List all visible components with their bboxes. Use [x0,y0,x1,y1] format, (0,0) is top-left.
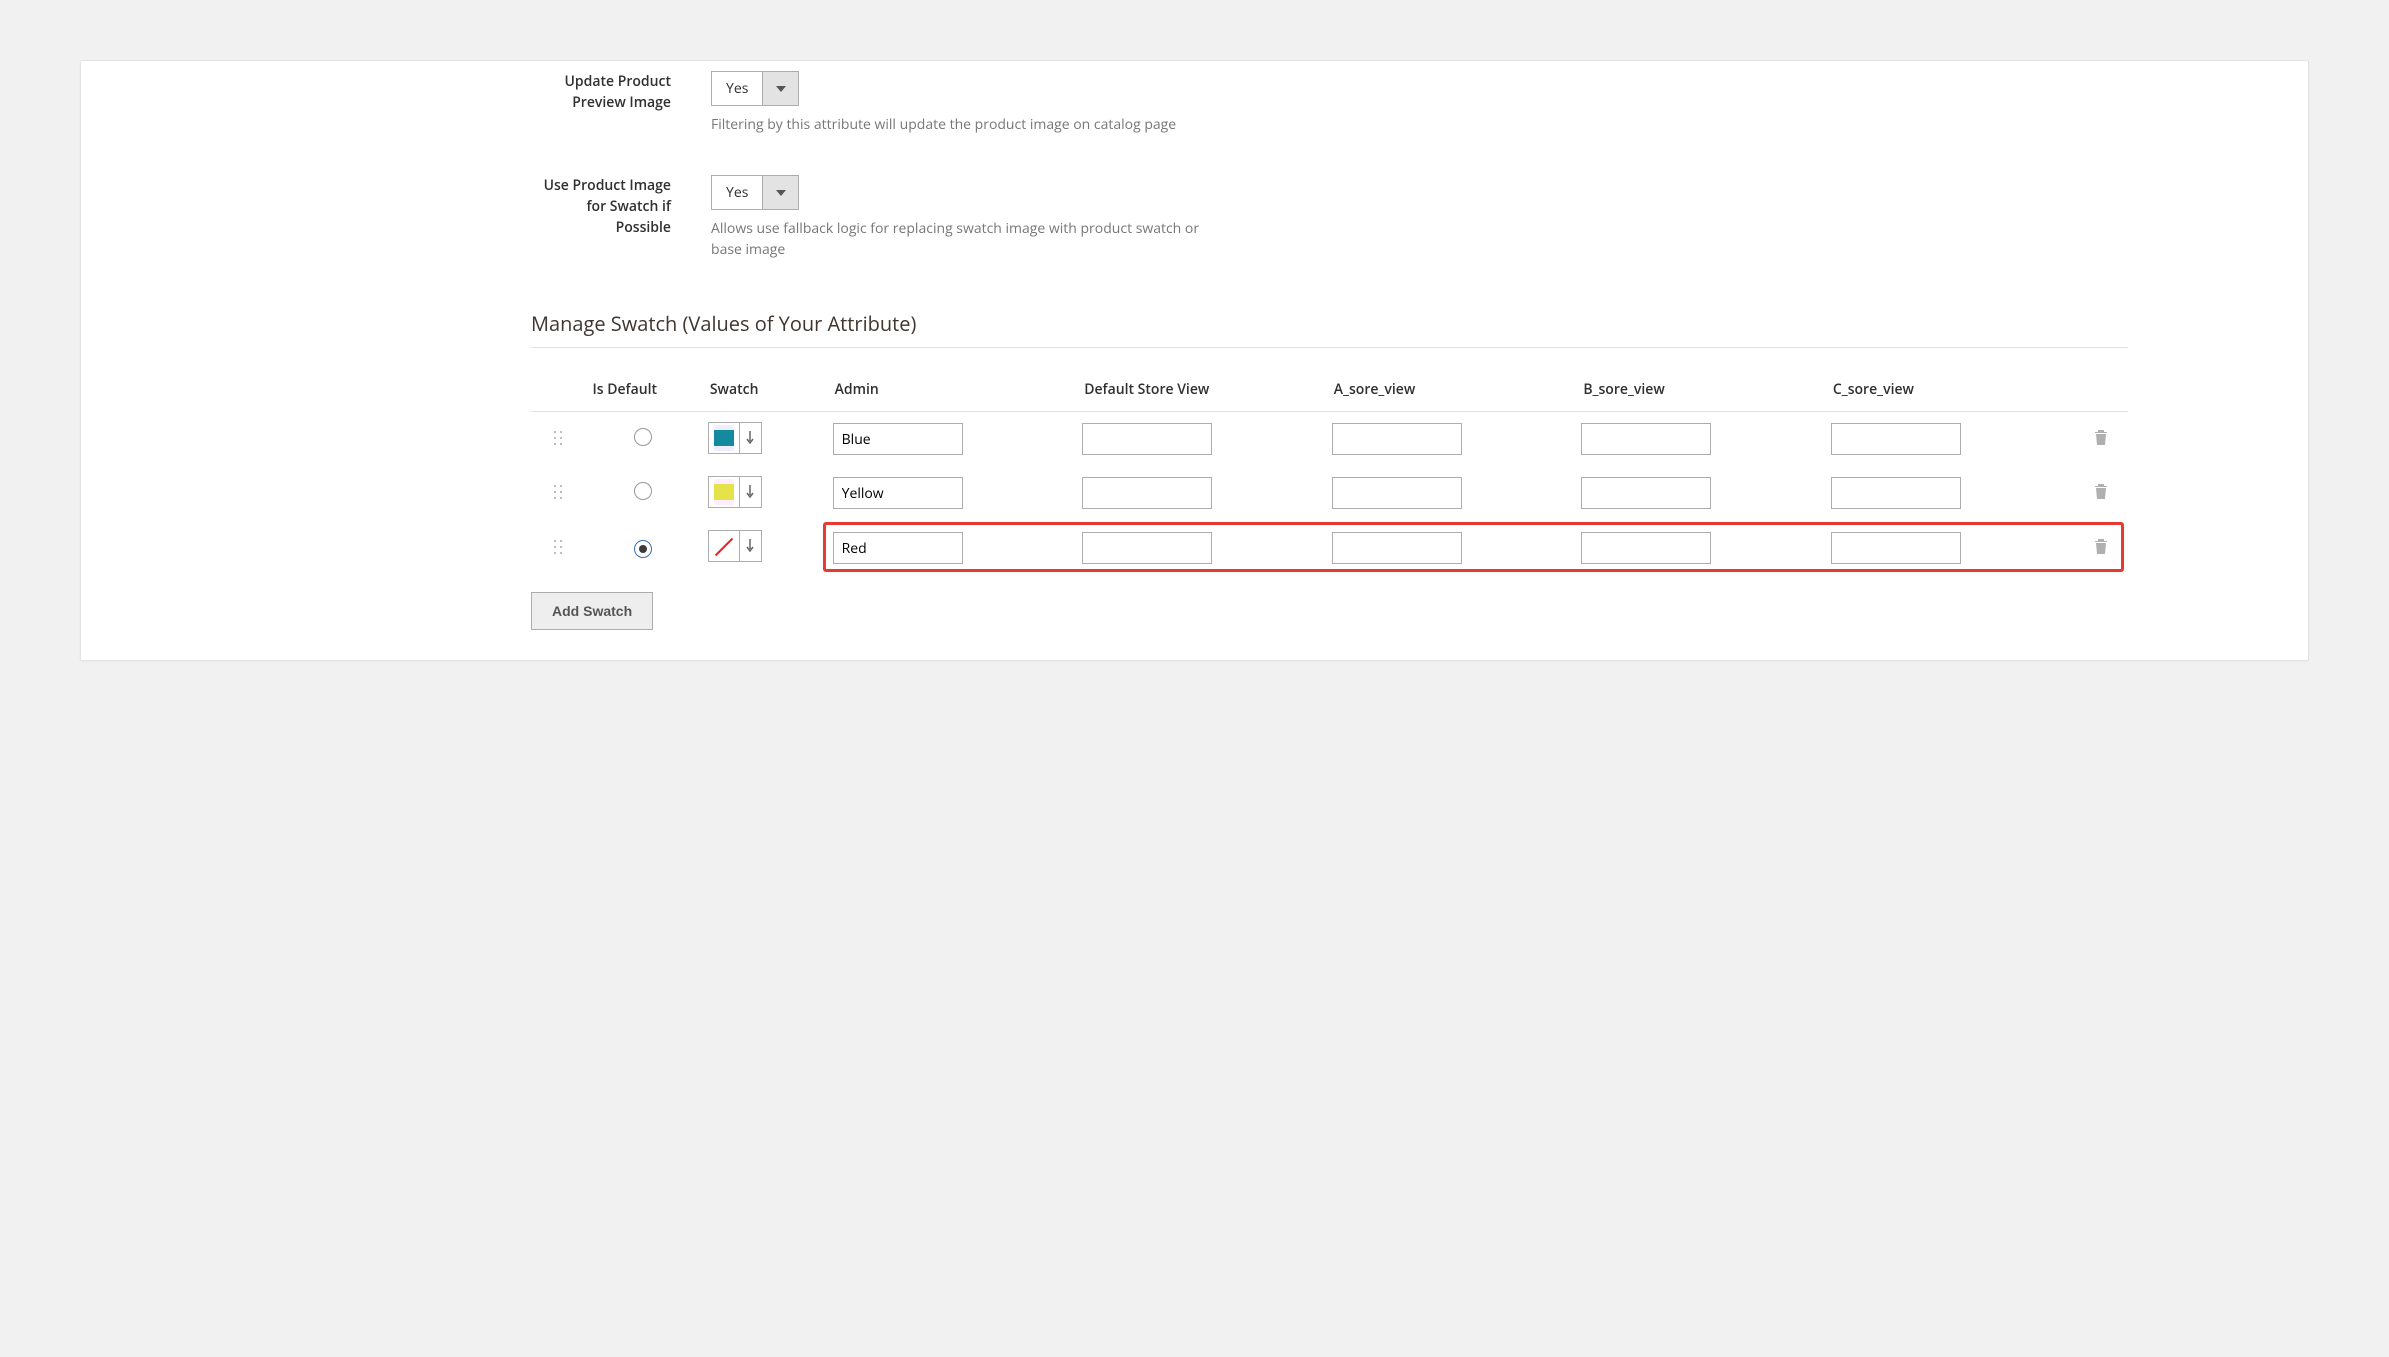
table-row [531,466,2128,520]
section-title: Manage Swatch (Values of Your Attribute) [531,310,2128,337]
note-use-product-image: Allows use fallback logic for replacing … [711,218,1231,260]
col-swatch: Swatch [702,368,827,412]
trash-icon[interactable] [2093,486,2109,505]
chevron-down-icon [762,176,798,209]
default_store-input[interactable] [1082,532,1212,564]
a-input[interactable] [1332,532,1462,564]
default_store-input[interactable] [1082,423,1212,455]
c-input[interactable] [1831,532,1961,564]
divider [531,347,2128,348]
swatch-picker[interactable] [708,476,762,508]
trash-icon[interactable] [2093,432,2109,451]
col-admin: Admin [827,368,1077,412]
swatch-picker[interactable] [708,530,762,562]
c-input[interactable] [1831,423,1961,455]
chevron-down-icon [762,72,798,105]
field-update-preview: Update Product Preview Image Yes Filteri… [531,71,2128,135]
is-default-radio[interactable] [634,482,652,500]
label-update-preview: Update Product Preview Image [531,71,671,113]
select-use-product-image[interactable]: Yes [711,175,799,210]
col-b-view: B_sore_view [1575,368,1825,412]
col-default-store: Default Store View [1076,368,1326,412]
select-value: Yes [712,72,762,105]
b-input[interactable] [1581,423,1711,455]
col-c-view: C_sore_view [1825,368,2075,412]
add-swatch-button[interactable]: Add Swatch [531,592,653,630]
swatch-table: Is Default Swatch Admin Default Store Vi… [531,368,2128,576]
admin-input[interactable] [833,423,963,455]
c-input[interactable] [1831,477,1961,509]
select-value: Yes [712,176,762,209]
is-default-radio[interactable] [634,428,652,446]
admin-input[interactable] [833,532,963,564]
b-input[interactable] [1581,477,1711,509]
trash-icon[interactable] [2093,541,2109,560]
drag-handle-icon[interactable] [531,466,584,520]
arrow-down-icon [739,477,761,507]
swatch-picker[interactable] [708,422,762,454]
field-use-product-image: Use Product Image for Swatch if Possible… [531,175,2128,260]
table-row [531,520,2128,576]
b-input[interactable] [1581,532,1711,564]
default_store-input[interactable] [1082,477,1212,509]
is-default-radio[interactable] [634,540,652,558]
select-update-preview[interactable]: Yes [711,71,799,106]
admin-input[interactable] [833,477,963,509]
arrow-down-icon [739,531,761,561]
note-update-preview: Filtering by this attribute will update … [711,114,1231,135]
arrow-down-icon [739,423,761,453]
attribute-panel: Update Product Preview Image Yes Filteri… [80,60,2309,661]
table-row [531,412,2128,467]
col-a-view: A_sore_view [1326,368,1576,412]
drag-handle-icon[interactable] [531,412,584,467]
a-input[interactable] [1332,477,1462,509]
label-use-product-image: Use Product Image for Swatch if Possible [531,175,671,238]
drag-handle-icon[interactable] [531,520,584,576]
a-input[interactable] [1332,423,1462,455]
col-is-default: Is Default [584,368,701,412]
